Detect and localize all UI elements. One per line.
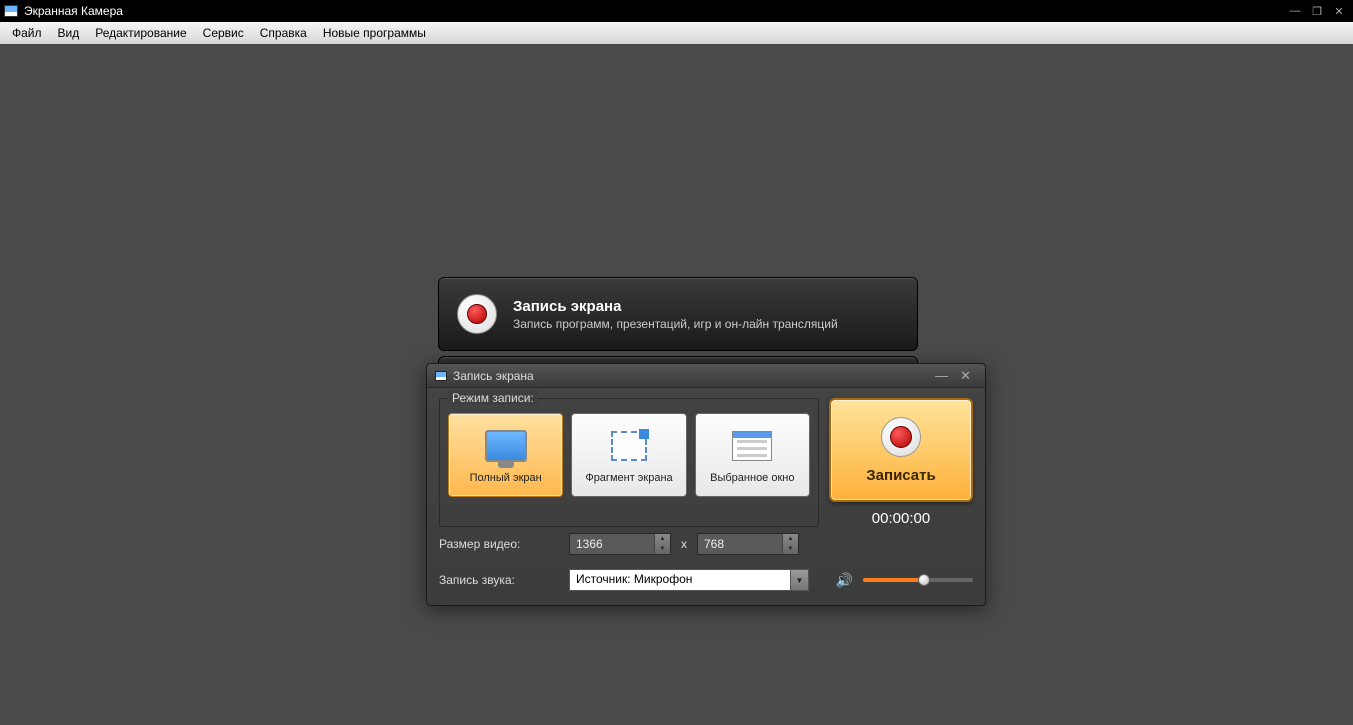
mode-full-label: Полный экран — [470, 472, 542, 484]
menu-new-programs[interactable]: Новые программы — [315, 24, 434, 42]
record-dialog: Запись экрана — ✕ Режим записи: Полный э… — [426, 363, 986, 606]
mode-fragment-label: Фрагмент экрана — [585, 472, 672, 484]
speaker-icon[interactable]: 🔊 — [836, 572, 853, 589]
mode-full-screen[interactable]: Полный экран — [448, 413, 563, 497]
record-banner[interactable]: Запись экрана Запись программ, презентац… — [438, 277, 918, 351]
dialog-minimize-button[interactable]: — — [929, 368, 954, 383]
maximize-button[interactable]: ❐ — [1307, 3, 1327, 19]
menubar: Файл Вид Редактирование Сервис Справка Н… — [0, 22, 1353, 44]
audio-label: Запись звука: — [439, 573, 559, 587]
height-input[interactable] — [698, 537, 782, 551]
width-spinner[interactable]: ▲▼ — [569, 533, 671, 555]
menu-edit[interactable]: Редактирование — [87, 24, 194, 42]
width-input[interactable] — [570, 537, 654, 551]
window-icon — [730, 426, 774, 466]
close-button[interactable]: ✕ — [1329, 3, 1349, 19]
app-icon — [4, 5, 18, 17]
dialog-icon — [435, 371, 447, 381]
dialog-close-button[interactable]: ✕ — [954, 368, 977, 384]
video-size-label: Размер видео: — [439, 537, 559, 551]
audio-source-dropdown[interactable]: Источник: Микрофон ▼ — [569, 569, 809, 591]
app-titlebar: Экранная Камера — ❐ ✕ — [0, 0, 1353, 22]
mode-group: Режим записи: Полный экран Фрагмент экра… — [439, 398, 819, 527]
record-dot-icon — [881, 417, 921, 457]
menu-help[interactable]: Справка — [252, 24, 315, 42]
monitor-icon — [484, 426, 528, 466]
record-button-label: Записать — [866, 467, 935, 484]
dialog-titlebar[interactable]: Запись экрана — ✕ — [427, 364, 985, 388]
app-title: Экранная Камера — [24, 4, 123, 18]
width-stepper[interactable]: ▲▼ — [654, 534, 670, 554]
mode-legend: Режим записи: — [448, 391, 538, 405]
record-button[interactable]: Записать — [829, 398, 973, 502]
menu-view[interactable]: Вид — [50, 24, 88, 42]
banner-title: Запись экрана — [513, 298, 838, 315]
main-area: Запись экрана Запись программ, презентац… — [0, 44, 1353, 725]
dialog-title: Запись экрана — [453, 369, 534, 383]
mode-window-label: Выбранное окно — [710, 472, 794, 484]
mode-window[interactable]: Выбранное окно — [695, 413, 810, 497]
menu-service[interactable]: Сервис — [195, 24, 252, 42]
height-stepper[interactable]: ▲▼ — [782, 534, 798, 554]
timer-display: 00:00:00 — [872, 510, 930, 527]
banner-subtitle: Запись программ, презентаций, игр и он-л… — [513, 317, 838, 331]
volume-thumb[interactable] — [918, 574, 930, 586]
height-spinner[interactable]: ▲▼ — [697, 533, 799, 555]
menu-file[interactable]: Файл — [4, 24, 50, 42]
chevron-down-icon[interactable]: ▼ — [790, 570, 808, 590]
audio-source-value: Источник: Микрофон — [570, 570, 790, 590]
volume-slider[interactable] — [863, 578, 973, 582]
record-icon — [457, 294, 497, 334]
minimize-button[interactable]: — — [1285, 3, 1305, 19]
size-separator: x — [681, 537, 687, 551]
fragment-icon — [607, 426, 651, 466]
mode-fragment[interactable]: Фрагмент экрана — [571, 413, 686, 497]
